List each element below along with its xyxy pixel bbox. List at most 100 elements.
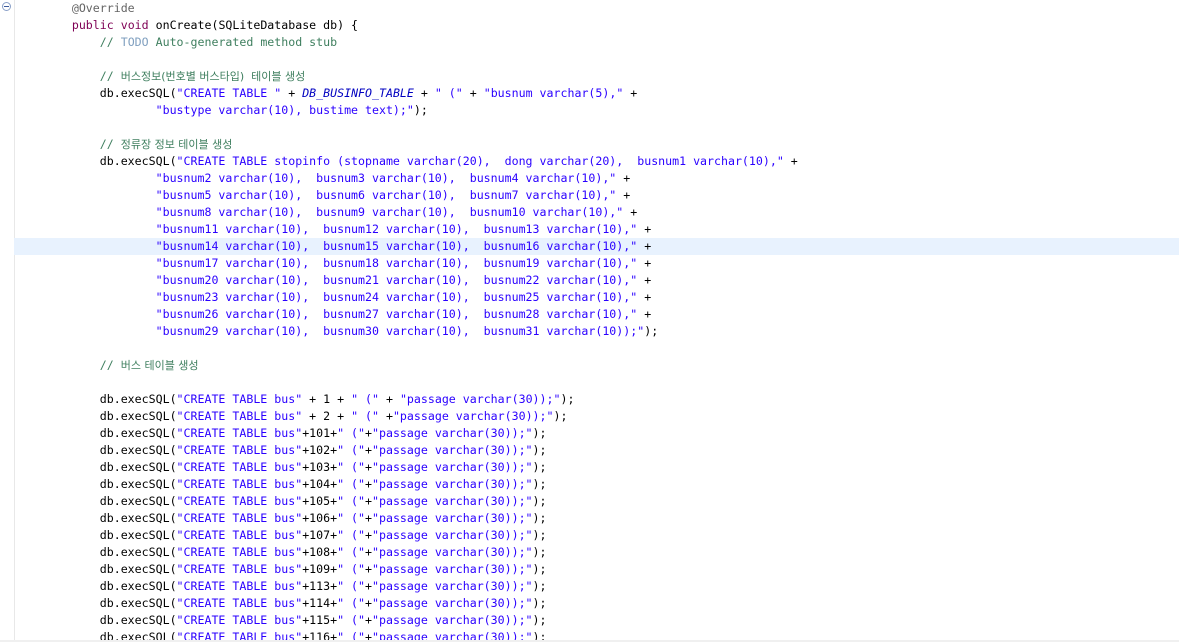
editor-gutter — [0, 0, 15, 642]
code-token: ); — [532, 562, 547, 576]
code-token: " (" — [351, 392, 379, 406]
code-token: db.execSQL( — [99, 528, 177, 542]
code-token: + — [783, 154, 798, 168]
code-line[interactable]: public void onCreate(SQLiteDatabase db) … — [14, 17, 1179, 34]
code-line[interactable] — [14, 340, 1179, 357]
code-token: +115+ — [302, 613, 338, 627]
code-token: "passage varchar(30));" — [372, 426, 533, 440]
code-line[interactable]: db.execSQL("CREATE TABLE bus"+106+" ("+"… — [14, 510, 1179, 527]
code-token: // — [99, 69, 121, 83]
code-line[interactable]: "busnum14 varchar(10), busnum15 varchar(… — [14, 238, 1179, 255]
code-token: "CREATE TABLE " — [176, 86, 282, 100]
code-token: db.execSQL( — [99, 494, 177, 508]
code-line[interactable]: // 버스정보(번호별 버스타입) 테이블 생성 — [14, 68, 1179, 85]
code-token: db.execSQL( — [99, 511, 177, 525]
code-token: + — [365, 443, 372, 457]
code-line[interactable]: db.execSQL("CREATE TABLE " + DB_BUSINFO_… — [14, 85, 1179, 102]
code-token: "busnum11 varchar(10), busnum12 varchar(… — [155, 222, 638, 236]
code-token: "passage varchar(30));" — [372, 494, 533, 508]
code-token: "busnum17 varchar(10), busnum18 varchar(… — [155, 256, 638, 270]
code-line[interactable]: "bustype varchar(10), bustime text);"); — [14, 102, 1179, 119]
code-token: "busnum20 varchar(10), busnum21 varchar(… — [155, 273, 638, 287]
code-token: 버스 테이블 생성 — [120, 359, 199, 372]
code-token: "passage varchar(30));" — [372, 443, 533, 457]
code-token: "busnum varchar(5)," — [483, 86, 624, 100]
collapse-minus-icon[interactable] — [2, 2, 11, 11]
code-line[interactable]: "busnum17 varchar(10), busnum18 varchar(… — [14, 255, 1179, 272]
code-line[interactable]: // 버스 테이블 생성 — [14, 357, 1179, 374]
code-token: +104+ — [302, 477, 338, 491]
code-token: "passage varchar(30));" — [372, 511, 533, 525]
code-line[interactable]: db.execSQL("CREATE TABLE bus"+114+" ("+"… — [14, 595, 1179, 612]
code-token: + — [365, 528, 372, 542]
code-token: ); — [560, 392, 575, 406]
code-line[interactable]: db.execSQL("CREATE TABLE bus"+115+" ("+"… — [14, 612, 1179, 629]
code-token: ); — [532, 477, 547, 491]
code-token: "CREATE TABLE bus" — [176, 596, 303, 610]
code-token: +108+ — [302, 545, 338, 559]
code-token: db.execSQL( — [99, 443, 177, 457]
code-token: db.execSQL( — [99, 579, 177, 593]
code-token: db.execSQL( — [99, 562, 177, 576]
code-editor[interactable]: @Override public void onCreate(SQLiteDat… — [0, 0, 1179, 642]
code-token: + — [365, 477, 372, 491]
code-line[interactable]: db.execSQL("CREATE TABLE bus"+105+" ("+"… — [14, 493, 1179, 510]
code-line[interactable]: db.execSQL("CREATE TABLE bus"+103+" ("+"… — [14, 459, 1179, 476]
code-line[interactable] — [14, 119, 1179, 136]
code-token: " (" — [337, 443, 366, 457]
code-token: "passage varchar(30));" — [372, 596, 533, 610]
code-token: ); — [532, 579, 547, 593]
code-line[interactable]: db.execSQL("CREATE TABLE bus" + 1 + " ("… — [14, 391, 1179, 408]
code-token: // — [99, 358, 121, 372]
code-line[interactable]: "busnum2 varchar(10), busnum3 varchar(10… — [14, 170, 1179, 187]
code-token: "busnum2 varchar(10), busnum3 varchar(10… — [155, 171, 617, 185]
code-token: + — [623, 86, 638, 100]
code-lines[interactable]: @Override public void onCreate(SQLiteDat… — [14, 0, 1179, 642]
code-line[interactable]: "busnum20 varchar(10), busnum21 varchar(… — [14, 272, 1179, 289]
code-line[interactable]: db.execSQL("CREATE TABLE bus"+104+" ("+"… — [14, 476, 1179, 493]
code-line[interactable]: "busnum8 varchar(10), busnum9 varchar(10… — [14, 204, 1179, 221]
code-token: 정류장 정보 테이블 생성 — [120, 138, 233, 151]
code-line[interactable]: "busnum11 varchar(10), busnum12 varchar(… — [14, 221, 1179, 238]
code-token: "passage varchar(30));" — [372, 613, 533, 627]
code-line[interactable]: "busnum23 varchar(10), busnum24 varchar(… — [14, 289, 1179, 306]
code-line[interactable]: @Override — [14, 0, 1179, 17]
code-line[interactable] — [14, 374, 1179, 391]
code-token: +107+ — [302, 528, 338, 542]
code-token: + — [637, 273, 652, 287]
code-line[interactable]: db.execSQL("CREATE TABLE bus"+107+" ("+"… — [14, 527, 1179, 544]
code-token: "passage varchar(30));" — [372, 579, 533, 593]
code-line[interactable]: db.execSQL("CREATE TABLE stopinfo (stopn… — [14, 153, 1179, 170]
code-token: +105+ — [302, 494, 338, 508]
code-token: public — [71, 18, 114, 32]
code-token: " (" — [337, 613, 366, 627]
code-token: + 2 + — [302, 409, 352, 423]
code-token: @Override — [71, 1, 135, 15]
code-line[interactable]: // 정류장 정보 테이블 생성 — [14, 136, 1179, 153]
code-line[interactable]: // TODO Auto-generated method stub — [14, 34, 1179, 51]
code-line[interactable] — [14, 51, 1179, 68]
code-line[interactable]: "busnum5 varchar(10), busnum6 varchar(10… — [14, 187, 1179, 204]
code-token: +101+ — [302, 426, 338, 440]
code-line[interactable]: db.execSQL("CREATE TABLE bus"+102+" ("+"… — [14, 442, 1179, 459]
code-line[interactable]: db.execSQL("CREATE TABLE bus"+113+" ("+"… — [14, 578, 1179, 595]
code-token: // — [99, 137, 121, 151]
code-line[interactable]: db.execSQL("CREATE TABLE bus"+109+" ("+"… — [14, 561, 1179, 578]
code-line[interactable]: db.execSQL("CREATE TABLE bus" + 2 + " ("… — [14, 408, 1179, 425]
code-token: "busnum26 varchar(10), busnum27 varchar(… — [155, 307, 638, 321]
code-line[interactable]: "busnum29 varchar(10), busnum30 varchar(… — [14, 323, 1179, 340]
code-line[interactable]: db.execSQL("CREATE TABLE bus"+101+" ("+"… — [14, 425, 1179, 442]
code-line[interactable]: db.execSQL("CREATE TABLE bus"+108+" ("+"… — [14, 544, 1179, 561]
code-line[interactable]: "busnum26 varchar(10), busnum27 varchar(… — [14, 306, 1179, 323]
